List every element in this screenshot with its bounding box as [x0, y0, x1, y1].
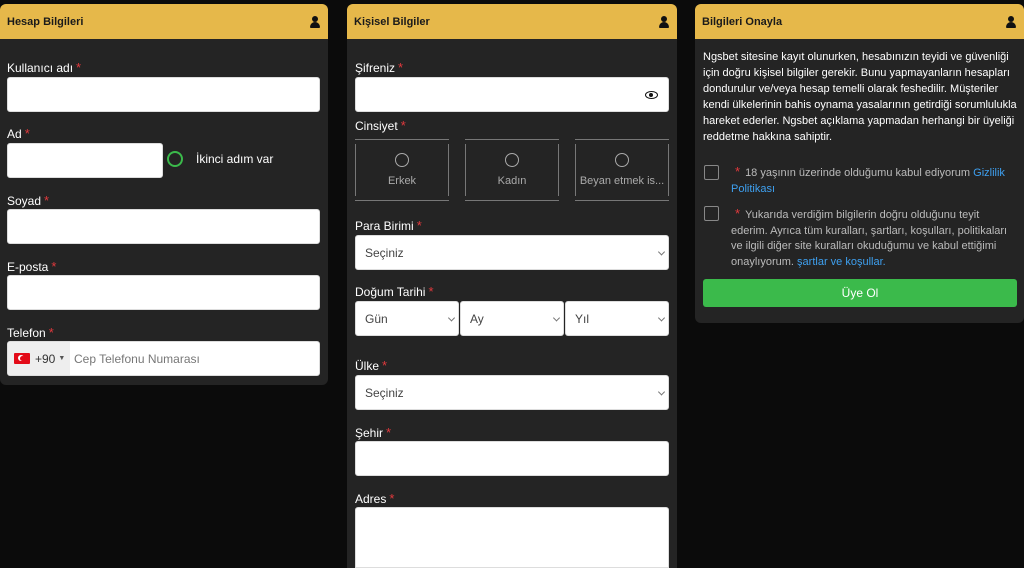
personal-panel-header: Kişisel Bilgiler [347, 4, 677, 39]
birth-date-label: Doğum Tarihi * [355, 284, 434, 299]
currency-select[interactable]: Seçiniz [355, 235, 669, 270]
birth-year-value: Yıl [575, 311, 590, 326]
email-input[interactable] [7, 275, 320, 310]
address-textarea[interactable] [355, 507, 669, 568]
phone-label: Telefon * [7, 325, 54, 340]
eye-icon[interactable] [645, 91, 658, 99]
username-label: Kullanıcı adı * [7, 60, 82, 75]
name-label: Ad * [7, 126, 30, 141]
user-icon [309, 15, 321, 28]
radio-icon [505, 153, 519, 167]
currency-label: Para Birimi * [355, 218, 422, 233]
phone-code: +90 [35, 351, 56, 366]
gender-label: Cinsiyet * [355, 118, 406, 133]
country-select[interactable]: Seçiniz [355, 375, 669, 410]
birth-day-select[interactable]: Gün [355, 301, 459, 336]
personal-panel-title: Kişisel Bilgiler [354, 15, 430, 28]
email-label: E-posta * [7, 259, 57, 274]
turkey-flag-icon [14, 353, 30, 364]
password-label: Şifreniz * [355, 60, 404, 75]
country-code-selector[interactable]: +90 ▼ [8, 342, 70, 375]
second-step-status-icon [167, 151, 183, 167]
chevron-down-icon [447, 313, 456, 322]
birth-month-value: Ay [470, 311, 484, 326]
terms-link[interactable]: şartlar ve koşullar. [797, 256, 886, 268]
account-panel-header: Hesap Bilgileri [0, 4, 328, 39]
gender-option-label: Kadın [497, 175, 527, 187]
user-icon [658, 15, 670, 28]
gender-option-label: Erkek [387, 175, 417, 187]
chevron-down-icon [657, 387, 666, 396]
phone-field[interactable]: +90 ▼ Cep Telefonu Numarası [7, 341, 320, 376]
confirm-panel-header: Bilgileri Onayla [695, 4, 1024, 39]
username-input[interactable] [7, 77, 320, 112]
gender-option-female[interactable]: Kadın [465, 139, 559, 201]
surname-input[interactable] [7, 209, 320, 244]
chevron-down-icon [657, 313, 666, 322]
gender-option-label: Beyan etmek is... [579, 175, 665, 187]
gender-option-unspecified[interactable]: Beyan etmek is... [575, 139, 669, 201]
phone-placeholder: Cep Telefonu Numarası [74, 352, 200, 366]
user-icon [1005, 15, 1017, 28]
name-input[interactable] [7, 143, 163, 178]
age-checkbox[interactable] [704, 165, 719, 180]
age-consent-text: * 18 yaşının üzerinde olduğumu kabul ediy… [731, 164, 1005, 195]
currency-value: Seçiniz [365, 245, 404, 260]
radio-icon [615, 153, 629, 167]
country-value: Seçiniz [365, 385, 404, 400]
chevron-down-icon [657, 247, 666, 256]
password-input[interactable] [355, 77, 669, 112]
address-label: Adres * [355, 491, 395, 506]
register-button[interactable]: Üye Ol [703, 279, 1017, 307]
account-panel-title: Hesap Bilgileri [7, 15, 84, 28]
confirm-description: Ngsbet sitesine kayıt olunurken, hesabın… [703, 51, 1017, 143]
gender-option-male[interactable]: Erkek [355, 139, 449, 201]
chevron-down-icon [552, 313, 561, 322]
birth-month-select[interactable]: Ay [460, 301, 564, 336]
caret-down-icon: ▼ [58, 355, 66, 362]
second-step-text: İkinci adım var [196, 152, 274, 166]
surname-label: Soyad * [7, 193, 50, 208]
birth-day-value: Gün [365, 311, 388, 326]
account-panel: Hesap Bilgileri Kullanıcı adı * Ad * İkinc… [0, 4, 328, 385]
city-label: Şehir * [355, 425, 392, 440]
country-label: Ülke * [355, 358, 388, 373]
terms-consent-text: * Yukarıda verdiğim bilgilerin doğru oldu… [731, 206, 1008, 268]
radio-icon [395, 153, 409, 167]
birth-year-select[interactable]: Yıl [565, 301, 669, 336]
personal-panel: Kişisel Bilgiler Şifreniz * Cinsiyet * Erk… [347, 4, 677, 568]
confirm-panel-title: Bilgileri Onayla [702, 15, 783, 28]
confirm-panel: Bilgileri Onayla Ngsbet sitesine kayıt o… [695, 4, 1024, 323]
city-input[interactable] [355, 441, 669, 476]
terms-checkbox[interactable] [704, 206, 719, 221]
